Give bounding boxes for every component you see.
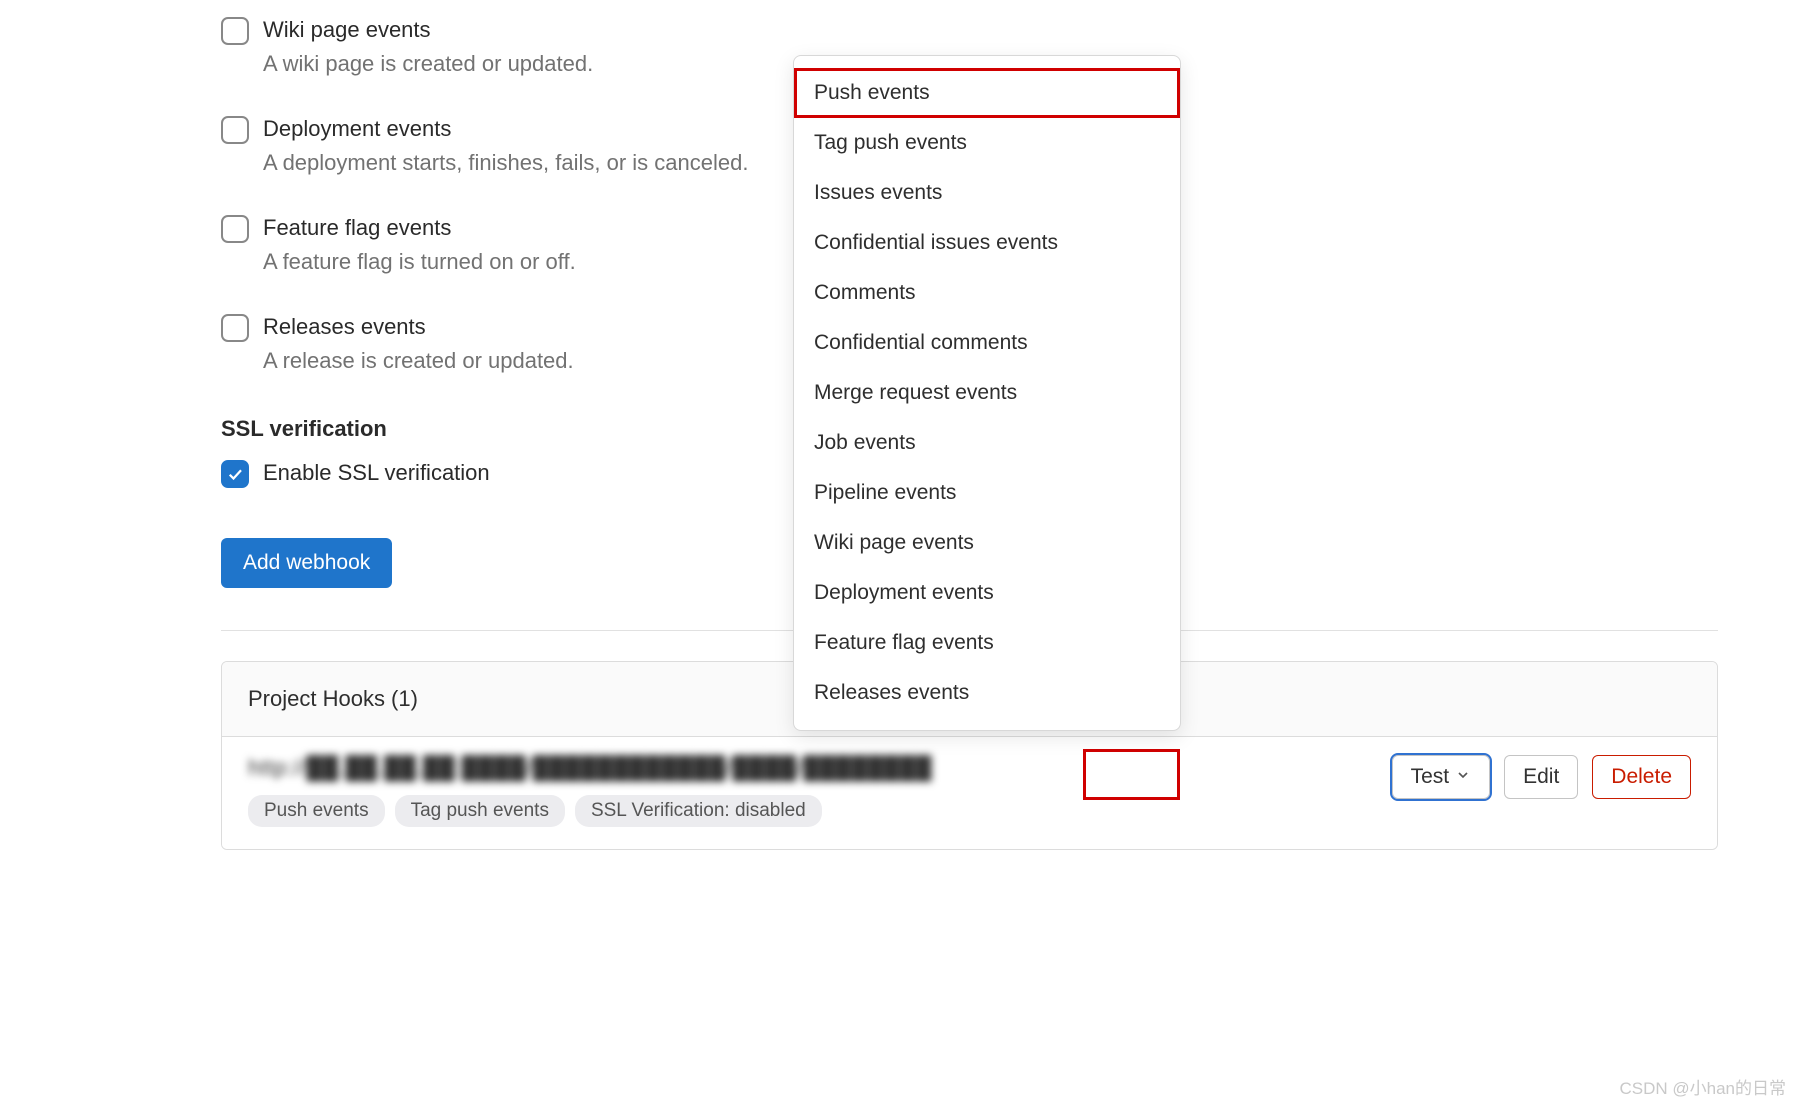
delete-button[interactable]: Delete: [1592, 755, 1691, 799]
dropdown-item-pipeline-events[interactable]: Pipeline events: [794, 468, 1180, 518]
dropdown-item-wiki-page-events[interactable]: Wiki page events: [794, 518, 1180, 568]
dropdown-item-tag-push-events[interactable]: Tag push events: [794, 118, 1180, 168]
trigger-desc: A wiki page is created or updated.: [263, 49, 593, 79]
dropdown-item-comments[interactable]: Comments: [794, 268, 1180, 318]
add-webhook-button[interactable]: Add webhook: [221, 538, 392, 588]
dropdown-item-push-events[interactable]: Push events: [794, 68, 1180, 118]
test-button-label: Test: [1411, 765, 1450, 789]
checkbox-releases-events[interactable]: [221, 314, 249, 342]
trigger-label: Deployment events: [263, 114, 748, 144]
dropdown-item-job-events[interactable]: Job events: [794, 418, 1180, 468]
dropdown-item-issues-events[interactable]: Issues events: [794, 168, 1180, 218]
dropdown-item-confidential-issues-events[interactable]: Confidential issues events: [794, 218, 1180, 268]
dropdown-item-releases-events[interactable]: Releases events: [794, 668, 1180, 718]
edit-button[interactable]: Edit: [1504, 755, 1578, 799]
badge-push-events: Push events: [248, 795, 385, 827]
checkbox-feature-flag-events[interactable]: [221, 215, 249, 243]
checkbox-wiki-page-events[interactable]: [221, 17, 249, 45]
dropdown-item-merge-request-events[interactable]: Merge request events: [794, 368, 1180, 418]
dropdown-item-feature-flag-events[interactable]: Feature flag events: [794, 618, 1180, 668]
watermark: CSDN @小han的日常: [1619, 1074, 1786, 1099]
trigger-label: Releases events: [263, 312, 574, 342]
checkbox-deployment-events[interactable]: [221, 116, 249, 144]
trigger-label: Wiki page events: [263, 15, 593, 45]
trigger-label: Feature flag events: [263, 213, 576, 243]
chevron-down-icon: [1455, 765, 1471, 789]
test-button[interactable]: Test: [1392, 755, 1491, 799]
ssl-label: Enable SSL verification: [263, 458, 490, 488]
dropdown-item-deployment-events[interactable]: Deployment events: [794, 568, 1180, 618]
webhook-badges: Push events Tag push events SSL Verifica…: [248, 795, 1372, 827]
trigger-desc: A release is created or updated.: [263, 346, 574, 376]
test-dropdown-menu: Push events Tag push events Issues event…: [793, 55, 1181, 731]
trigger-desc: A feature flag is turned on or off.: [263, 247, 576, 277]
dropdown-item-confidential-comments[interactable]: Confidential comments: [794, 318, 1180, 368]
webhook-url: http://██.██.██.██:████/████████████/███…: [248, 755, 1372, 781]
badge-ssl-verification-disabled: SSL Verification: disabled: [575, 795, 822, 827]
checkbox-enable-ssl-verification[interactable]: [221, 460, 249, 488]
badge-tag-push-events: Tag push events: [395, 795, 565, 827]
trigger-desc: A deployment starts, finishes, fails, or…: [263, 148, 748, 178]
